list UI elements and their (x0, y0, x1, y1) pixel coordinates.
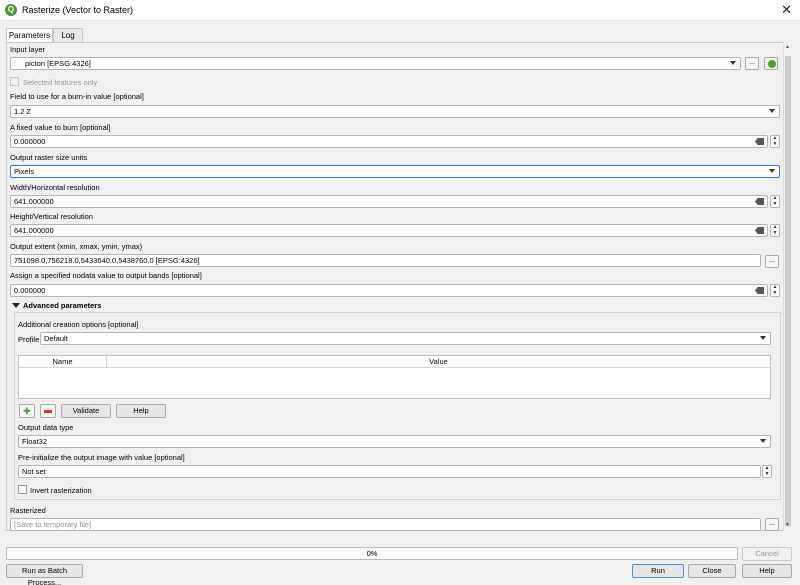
rasterized-output-input[interactable]: [Save to temporary file] (10, 518, 761, 531)
burn-value-label: A fixed value to burn [optional] (10, 123, 111, 132)
extent-browse-button[interactable]: ... (765, 255, 779, 268)
options-help-button[interactable]: Help (116, 404, 166, 418)
burn-field-label: Field to use for a burn-in value [option… (10, 92, 144, 101)
iterate-icon (768, 60, 776, 68)
input-layer-value: picton [EPSG:4326] (25, 59, 91, 68)
progress-bar: 0% (6, 547, 738, 560)
burn-field-select[interactable]: 1.2 Z (10, 105, 780, 118)
burn-value-text: 0.000000 (14, 137, 46, 146)
chevron-down-icon (760, 336, 766, 340)
width-value: 641.000000 (14, 197, 54, 206)
height-value: 641.000000 (14, 226, 54, 235)
scroll-up-icon[interactable]: ▲ (785, 44, 790, 50)
clear-icon[interactable] (755, 198, 764, 205)
title-bar: Q Rasterize (Vector to Raster) ✕ (0, 0, 800, 21)
input-layer-select[interactable]: ⁚ picton [EPSG:4326] (10, 57, 741, 70)
close-button[interactable]: Close (688, 564, 736, 578)
point-layer-icon: ⁚ (14, 62, 16, 68)
scrollbar-thumb[interactable] (785, 56, 791, 526)
init-value-text: Not set (22, 467, 46, 476)
input-layer-browse-button[interactable]: ... (745, 57, 759, 70)
invert-rasterization-checkbox[interactable] (18, 485, 27, 494)
data-type-label: Output data type (18, 423, 74, 432)
clear-icon[interactable] (755, 287, 764, 294)
data-type-select[interactable]: Float32 (18, 435, 771, 448)
progress-text: 0% (366, 549, 378, 558)
batch-process-button[interactable]: Run as Batch Process... (6, 564, 83, 585)
width-label: Width/Horizontal resolution (10, 183, 100, 192)
creation-options-label: Additional creation options [optional] (18, 320, 139, 329)
init-value-label: Pre-initialize the output image with val… (18, 453, 185, 462)
nodata-label: Assign a specified nodata value to outpu… (10, 271, 202, 280)
selected-features-label: Selected features only (23, 78, 98, 87)
scroll-down-icon[interactable]: ▼ (785, 522, 790, 528)
extent-input[interactable]: 751098.0,756218.0,5433640.0,5438760.0 [E… (10, 254, 761, 267)
burn-field-value: 1.2 Z (14, 107, 32, 116)
rasterized-label: Rasterized (10, 506, 46, 515)
iterate-over-features-button[interactable] (764, 57, 778, 70)
profile-label: Profile (18, 335, 40, 344)
column-header-name[interactable]: Name (19, 356, 107, 368)
collapse-triangle-icon[interactable] (12, 303, 20, 308)
height-label: Height/Vertical resolution (10, 212, 93, 221)
size-units-label: Output raster size units (10, 153, 88, 162)
height-input[interactable]: 641.000000 (10, 224, 768, 237)
selected-features-checkbox[interactable] (10, 77, 19, 86)
run-button[interactable]: Run (632, 564, 684, 578)
add-row-button[interactable]: ✚ (19, 404, 35, 418)
invert-rasterization-label: Invert rasterization (30, 486, 92, 495)
add-icon: ✚ (23, 406, 31, 416)
data-type-value: Float32 (22, 437, 48, 446)
window-title: Rasterize (Vector to Raster) (22, 5, 134, 15)
burn-value-spinner[interactable]: ▲ ▼ (770, 135, 780, 148)
tab-log[interactable]: Log (53, 28, 83, 42)
close-window-icon[interactable]: ✕ (781, 2, 792, 18)
remove-icon (44, 410, 52, 413)
width-input[interactable]: 641.000000 (10, 195, 768, 208)
chevron-down-icon (769, 169, 775, 173)
remove-row-button[interactable] (40, 404, 56, 418)
init-value-input[interactable]: Not set (18, 465, 761, 478)
clear-icon[interactable] (755, 138, 764, 145)
rasterized-browse-button[interactable]: ... (765, 518, 779, 531)
help-button[interactable]: Help (742, 564, 792, 578)
rasterized-placeholder: [Save to temporary file] (14, 520, 92, 529)
nodata-value: 0.000000 (14, 286, 46, 295)
nodata-spinner[interactable]: ▲ ▼ (770, 284, 780, 297)
init-value-spinner[interactable]: ▲ ▼ (762, 465, 772, 478)
chevron-down-icon (760, 439, 766, 443)
extent-value: 751098.0,756218.0,5433640.0,5438760.0 [E… (14, 256, 200, 265)
chevron-down-icon (730, 61, 736, 65)
chevron-down-icon (769, 109, 775, 113)
extent-label: Output extent (xmin, xmax, ymin, ymax) (10, 242, 143, 251)
qgis-logo-icon: Q (5, 4, 17, 16)
cancel-button[interactable]: Cancel (742, 547, 792, 561)
burn-value-input[interactable]: 0.000000 (10, 135, 768, 148)
parameters-scrollbar[interactable]: ▲ ▼ (783, 42, 791, 531)
advanced-parameters-header[interactable]: Advanced parameters (23, 301, 101, 310)
profile-select[interactable]: Default (40, 332, 771, 345)
validate-button[interactable]: Validate (61, 404, 111, 418)
profile-value: Default (44, 334, 68, 343)
size-units-select[interactable]: Pixels (10, 165, 780, 178)
clear-icon[interactable] (755, 227, 764, 234)
creation-options-table[interactable]: Name Value (18, 355, 771, 399)
input-layer-label: Input layer (10, 45, 46, 54)
column-header-value[interactable]: Value (107, 356, 770, 368)
size-units-value: Pixels (14, 167, 35, 176)
width-spinner[interactable]: ▲ ▼ (770, 195, 780, 208)
tab-parameters[interactable]: Parameters (6, 28, 53, 43)
nodata-input[interactable]: 0.000000 (10, 284, 768, 297)
height-spinner[interactable]: ▲ ▼ (770, 224, 780, 237)
